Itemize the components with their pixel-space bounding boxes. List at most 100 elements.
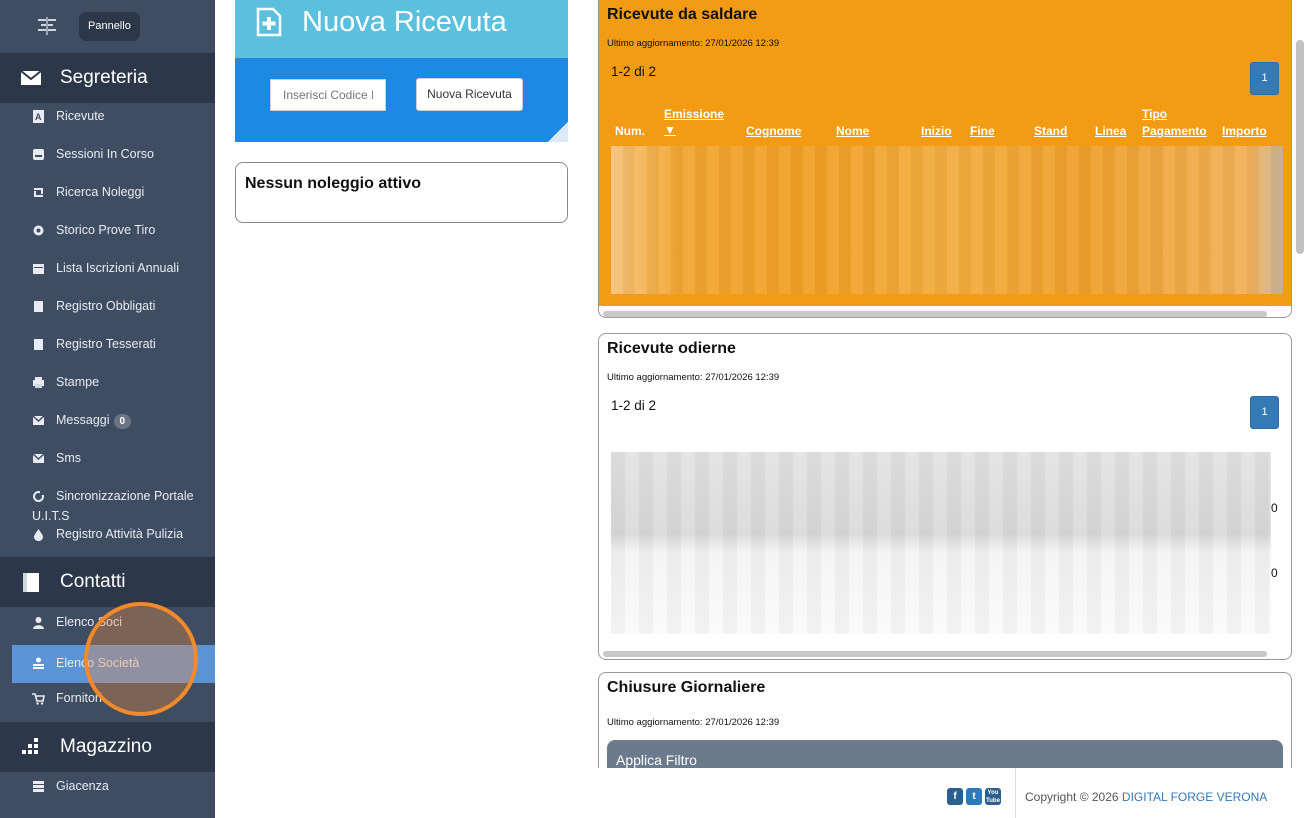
nessun-noleggio-text: Nessun noleggio attivo bbox=[245, 175, 422, 192]
list-icon bbox=[33, 781, 44, 792]
messages-count-badge: 0 bbox=[113, 414, 132, 429]
column-header-fine[interactable]: Fine bbox=[970, 124, 995, 138]
blurred-table-rows bbox=[611, 146, 1283, 294]
sidebar-item-registro-tesserati[interactable]: Registro Tesserati bbox=[0, 326, 215, 364]
column-header-tipo[interactable]: Tipo bbox=[1142, 107, 1167, 121]
column-header-inizio[interactable]: Inizio bbox=[921, 124, 952, 138]
logo-icon bbox=[38, 17, 56, 35]
cell-value: 0 bbox=[1271, 566, 1278, 580]
panel-title: Chiusure Giornaliere bbox=[607, 679, 766, 696]
column-header-emissione[interactable]: Emissione bbox=[664, 107, 724, 121]
youtube-icon[interactable]: You Tube bbox=[985, 788, 1001, 805]
last-update-text: Ultimo aggiornamento: 27/01/2026 12:39 bbox=[607, 717, 780, 728]
sidebar-item-elenco-soci[interactable]: Elenco Soci bbox=[0, 604, 215, 642]
panel-chiusure-giornaliere: Chiusure Giornaliere Ultimo aggiornament… bbox=[598, 672, 1292, 782]
book-icon bbox=[34, 339, 43, 350]
sidebar-item-sessioni[interactable]: Sessioni In Corso bbox=[0, 136, 215, 174]
section-contatti[interactable]: Contatti bbox=[0, 557, 215, 607]
sidebar-item-giacenza[interactable]: Giacenza bbox=[0, 768, 215, 806]
section-title: Segreteria bbox=[60, 67, 148, 88]
sidebar-item-label: Registro Attività Pulizia bbox=[56, 527, 184, 541]
sidebar-item-label: Elenco Soci bbox=[56, 615, 123, 629]
sidebar-item-stampe[interactable]: Stampe bbox=[0, 364, 215, 402]
section-segreteria[interactable]: Segreteria bbox=[0, 53, 215, 103]
sidebar-item-label: Registro Tesserati bbox=[56, 337, 156, 351]
column-header-linea[interactable]: Linea bbox=[1095, 124, 1126, 138]
twitter-icon[interactable]: t bbox=[966, 788, 982, 805]
panel-title: Ricevute odierne bbox=[607, 340, 736, 357]
nuova-ricevuta-button[interactable]: Nuova Ricevuta bbox=[416, 78, 523, 111]
sidebar-item-ricerca-noleggi[interactable]: Ricerca Noleggi bbox=[0, 174, 215, 212]
user-icon bbox=[33, 617, 44, 629]
pannello-button[interactable]: Pannello bbox=[79, 12, 140, 41]
column-header-importo[interactable]: Importo bbox=[1222, 124, 1267, 138]
vertical-scrollbar-thumb[interactable] bbox=[1296, 40, 1304, 254]
noleggio-box: Nessun noleggio attivo bbox=[235, 162, 568, 223]
sidebar-topbar: Pannello bbox=[0, 0, 215, 51]
sidebar-item-sincronizzazione[interactable]: Sincronizzazione Portale U.I.T.S bbox=[0, 478, 215, 523]
brand-link[interactable]: DIGITAL FORGE VERONA bbox=[1122, 790, 1267, 804]
sidebar-item-label: Sessioni In Corso bbox=[56, 147, 154, 161]
receipt-icon: A bbox=[33, 110, 44, 123]
result-count: 1-2 di 2 bbox=[611, 398, 657, 413]
last-update-text: Ultimo aggiornamento: 27/01/2026 12:39 bbox=[607, 38, 780, 49]
sidebar-item-label: Sincronizzazione Portale bbox=[56, 489, 194, 503]
book-icon bbox=[23, 573, 39, 592]
grid-icon bbox=[22, 738, 38, 754]
column-header-pagamento[interactable]: Pagamento bbox=[1142, 124, 1207, 138]
refresh-icon bbox=[33, 490, 45, 502]
book-icon bbox=[34, 301, 43, 312]
facebook-icon[interactable]: f bbox=[947, 788, 963, 805]
group-icon bbox=[33, 657, 44, 669]
footer-divider bbox=[1015, 768, 1016, 818]
codice-input[interactable] bbox=[270, 79, 386, 111]
print-icon bbox=[33, 377, 44, 388]
horizontal-scrollbar[interactable] bbox=[603, 311, 1267, 317]
sidebar-item-storico-prove[interactable]: Storico Prove Tiro bbox=[0, 212, 215, 250]
sidebar-item-ricevute[interactable]: A Ricevute bbox=[0, 98, 215, 136]
sidebar-item-fornitori[interactable]: Fornitori bbox=[0, 680, 215, 718]
sidebar-item-sms[interactable]: Sms bbox=[0, 440, 215, 478]
sidebar: Pannello Segreteria A Ricevute Sessioni … bbox=[0, 0, 215, 818]
sidebar-item-lista-iscrizioni[interactable]: Lista Iscrizioni Annuali bbox=[0, 250, 215, 288]
sort-desc-indicator[interactable]: ▼ bbox=[664, 123, 676, 137]
column-header-num[interactable]: Num. bbox=[615, 124, 645, 138]
column-header-stand[interactable]: Stand bbox=[1034, 124, 1067, 138]
section-title: Magazzino bbox=[60, 736, 152, 757]
inbox-icon bbox=[33, 149, 44, 160]
column-header-cognome[interactable]: Cognome bbox=[746, 124, 801, 138]
envelope-icon bbox=[32, 453, 45, 463]
horizontal-scrollbar[interactable] bbox=[603, 651, 1267, 657]
sidebar-item-label: Ricerca Noleggi bbox=[56, 185, 145, 199]
sidebar-item-label: Lista Iscrizioni Annuali bbox=[56, 261, 179, 275]
envelope-icon bbox=[20, 70, 42, 85]
sidebar-item-label: Stampe bbox=[56, 375, 100, 389]
calendar-icon bbox=[33, 264, 44, 274]
cell-value: 0 bbox=[1271, 501, 1278, 515]
sidebar-item-label: Storico Prove Tiro bbox=[56, 223, 156, 237]
column-header-nome[interactable]: Nome bbox=[836, 124, 869, 138]
sidebar-item-label: Messaggi 0 bbox=[56, 413, 132, 429]
sidebar-item-label: Sms bbox=[56, 451, 81, 465]
result-count: 1-2 di 2 bbox=[611, 64, 657, 79]
footer: f t You Tube Copyright © 2026 DIGITAL FO… bbox=[215, 768, 1307, 818]
cart-icon bbox=[32, 693, 45, 705]
nuova-ricevuta-header: Nuova Ricevuta bbox=[235, 0, 568, 58]
panel-ricevute-da-saldare: Ricevute da saldare Ultimo aggiornamento… bbox=[598, 0, 1292, 318]
sidebar-item-messaggi[interactable]: Messaggi 0 bbox=[0, 402, 215, 440]
panel-title: Ricevute da saldare bbox=[607, 6, 758, 23]
section-title: Contatti bbox=[60, 571, 126, 592]
file-plus-icon bbox=[256, 7, 282, 37]
page-fold-corner bbox=[548, 122, 568, 142]
sidebar-item-elenco-societa[interactable]: Elenco Società bbox=[12, 645, 215, 683]
retweet-icon bbox=[34, 188, 43, 197]
gear-icon bbox=[33, 225, 44, 236]
pagination-page-button[interactable]: 1 bbox=[1250, 62, 1279, 95]
pagination-page-button[interactable]: 1 bbox=[1250, 396, 1279, 429]
sidebar-item-registro-pulizia[interactable]: Registro Attività Pulizia bbox=[0, 516, 215, 554]
sidebar-item-registro-obbligati[interactable]: Registro Obbligati bbox=[0, 288, 215, 326]
nuova-ricevuta-card: Nuova Ricevuta Nuova Ricevuta bbox=[235, 0, 568, 142]
drop-icon bbox=[34, 529, 43, 541]
svg-text:A: A bbox=[35, 112, 42, 122]
section-magazzino[interactable]: Magazzino bbox=[0, 722, 215, 772]
